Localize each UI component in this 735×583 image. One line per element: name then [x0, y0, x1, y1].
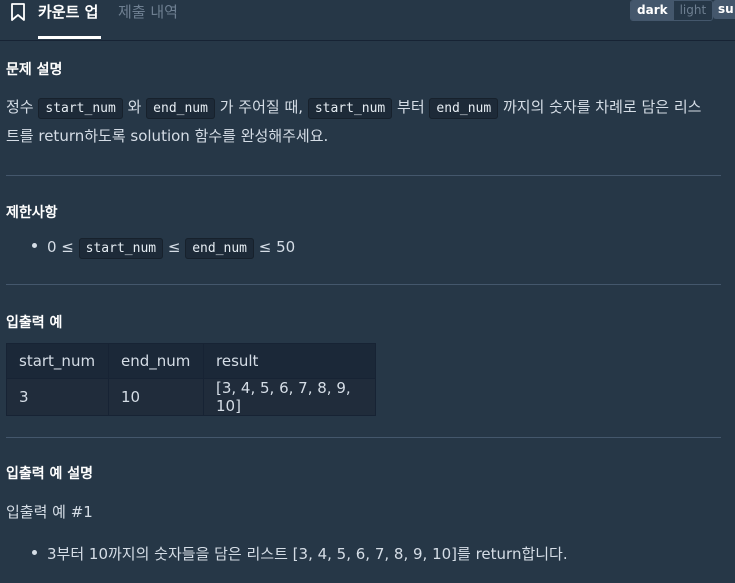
section-title-constraints: 제한사항: [6, 205, 58, 221]
table-header: result: [203, 343, 376, 379]
text: 3부터 10까지의 숫자들을 담은 리스트 [3, 4, 5, 6, 7, 8,…: [47, 545, 568, 563]
submit-button[interactable]: su: [713, 0, 735, 19]
bookmark-icon[interactable]: [10, 3, 26, 21]
description-line-1: 정수 start_num 와 end_num 가 주어질 때, start_nu…: [6, 97, 701, 119]
text: 정수: [6, 98, 39, 116]
theme-light-button[interactable]: light: [673, 1, 713, 20]
section-title-explanation: 입출력 예 설명: [6, 466, 94, 482]
table-row: 3 10 [3, 4, 5, 6, 7, 8, 9, 10]: [6, 378, 376, 416]
theme-dark-button[interactable]: dark: [631, 1, 674, 20]
section-title-description: 문제 설명: [6, 62, 63, 78]
top-bar: 카운트 업 제출 내역 dark light su: [0, 0, 735, 41]
text: 부터: [392, 98, 430, 116]
table-header: start_num: [6, 343, 109, 379]
divider: [6, 175, 721, 176]
explanation-item: 3부터 10까지의 숫자들을 담은 리스트 [3, 4, 5, 6, 7, 8,…: [32, 544, 568, 564]
table-header-row: start_num end_num result: [6, 343, 376, 379]
code-end-num: end_num: [185, 238, 255, 259]
code-start-num: start_num: [38, 98, 123, 119]
divider: [6, 284, 721, 285]
bullet: [32, 550, 37, 555]
bullet: [32, 243, 37, 248]
text: 까지의 숫자를 차례로 담은 리스: [498, 98, 702, 116]
code-end-num: end_num: [146, 98, 215, 119]
table-cell: 10: [108, 378, 204, 416]
text: 가 주어질 때,: [214, 98, 308, 116]
section-title-io: 입출력 예: [6, 315, 63, 331]
tab-submissions[interactable]: 제출 내역: [118, 3, 178, 21]
example-label: 입출력 예 #1: [6, 503, 93, 521]
theme-toggle: dark light: [630, 0, 714, 21]
active-tab-indicator: [38, 36, 101, 39]
table-cell: [3, 4, 5, 6, 7, 8, 9, 10]: [203, 378, 376, 416]
io-table: start_num end_num result 3 10 [3, 4, 5, …: [6, 343, 376, 416]
tab-problem[interactable]: 카운트 업: [38, 3, 98, 21]
table-cell: 3: [6, 378, 109, 416]
table-header: end_num: [108, 343, 204, 379]
text: ≤ 50: [254, 238, 296, 256]
divider: [6, 437, 721, 438]
description-line-2: 트를 return하도록 solution 함수를 완성해주세요.: [6, 127, 329, 145]
code-end-num: end_num: [429, 98, 499, 119]
text: 와: [122, 98, 147, 116]
code-start-num: start_num: [307, 98, 393, 119]
constraint-item: 0 ≤ start_num ≤ end_num ≤ 50: [32, 237, 295, 259]
text: ≤: [163, 238, 186, 256]
text: 0 ≤: [47, 238, 79, 256]
code-start-num: start_num: [78, 238, 164, 259]
